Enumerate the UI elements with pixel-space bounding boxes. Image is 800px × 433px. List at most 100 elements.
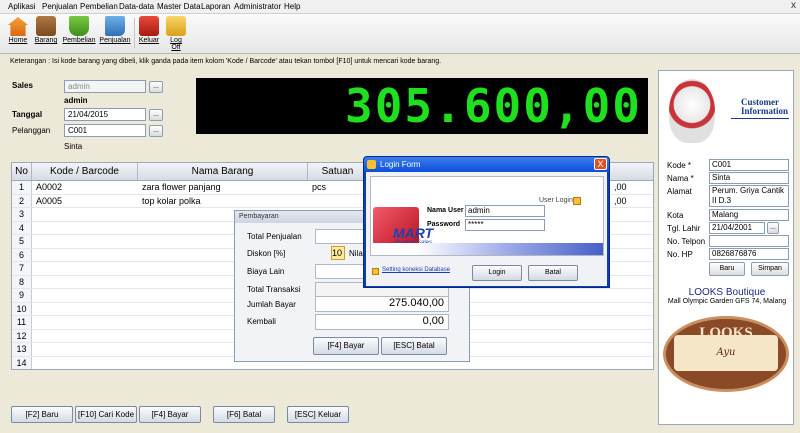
jumlah-bayar-input[interactable]: 275.040,00: [315, 296, 449, 312]
grid-header-nama: Nama Barang: [138, 163, 308, 181]
toolbar-pembelian-button[interactable]: Pembelian: [62, 16, 96, 52]
row-subtotal: [612, 262, 652, 275]
row-number: 8: [12, 275, 32, 288]
pelanggan-name-text: Sinta: [64, 142, 83, 151]
menu-pembelian[interactable]: Pembelian: [80, 2, 118, 11]
telpon-label: No. Telpon: [667, 237, 706, 246]
info-text: Keterangan : Isi kode barang yang dibeli…: [10, 58, 442, 65]
row-subtotal: [612, 330, 652, 343]
toolbar-pembelian-label: Pembelian: [62, 37, 96, 44]
login-close-icon[interactable]: X: [594, 158, 607, 170]
password-input[interactable]: *****: [465, 219, 545, 231]
login-batal-button[interactable]: Batal: [528, 265, 578, 281]
tanggal-input[interactable]: 21/04/2015: [64, 108, 146, 121]
row-subtotal: [612, 208, 652, 221]
row-subtotal: [612, 357, 652, 370]
bayar-button[interactable]: [F4] Bayar: [139, 406, 201, 423]
store-logo-sub: Ayu: [716, 347, 736, 358]
menu-laporan[interactable]: Laporan: [201, 2, 230, 11]
pelanggan-browse-button[interactable]: ...: [149, 125, 163, 137]
database-icon: [372, 268, 379, 275]
customer-baru-button[interactable]: Baru: [709, 262, 745, 276]
toolbar-home-button[interactable]: Home: [5, 16, 31, 52]
row-subtotal: [612, 289, 652, 302]
row-number: 13: [12, 343, 32, 356]
row-subtotal: [612, 222, 652, 235]
customer-avatar-icon: [669, 79, 715, 143]
toolbar-keluar-button[interactable]: Keluar: [137, 16, 161, 52]
nama-user-input[interactable]: admin: [465, 205, 545, 217]
row-number: 1: [12, 181, 32, 194]
store-address: Mall Olympic Garden GFS 74, Malang: [667, 298, 787, 305]
menu-penjualan[interactable]: Penjualan: [42, 2, 78, 11]
pelanggan-input[interactable]: C001: [64, 124, 146, 137]
baru-button[interactable]: [F2] Baru: [11, 406, 73, 423]
toolbar-logoff-button[interactable]: Log Off: [165, 16, 187, 52]
pembayaran-bayar-button[interactable]: [F4] Bayar: [313, 337, 379, 355]
login-inner-panel: User Login MART Point of Sales Nama User…: [370, 176, 604, 256]
row-subtotal: [612, 316, 652, 329]
customer-panel: Customer Information Kode * C001 Nama * …: [658, 70, 794, 425]
row-subtotal: [612, 276, 652, 289]
grid-header-satuan: Satuan: [308, 163, 368, 181]
kota-input[interactable]: Malang: [709, 209, 789, 221]
menu-data-data[interactable]: Data-data: [119, 2, 154, 11]
row-kode: [34, 222, 138, 235]
logoff-icon: [166, 16, 186, 36]
tgl-lahir-input[interactable]: 21/04/2001: [709, 222, 765, 234]
row-nama: zara flower panjang: [142, 182, 221, 192]
row-kode: [34, 289, 138, 302]
row-number: 6: [12, 248, 32, 261]
store-name: LOOKS Boutique: [688, 287, 766, 298]
row-kode: A0002: [36, 182, 63, 192]
login-banner-band: [371, 243, 603, 255]
batal-button[interactable]: [F6] Batal: [213, 406, 275, 423]
cari-kode-button[interactable]: [F10] Cari Kode: [75, 406, 137, 423]
tanggal-picker-button[interactable]: ...: [149, 109, 163, 121]
row-subtotal: [612, 343, 652, 356]
tanggal-label: Tanggal: [12, 110, 43, 119]
hp-input[interactable]: 0826876876: [709, 248, 789, 260]
login-dialog: Login Form X User Login MART Point of Sa…: [363, 156, 610, 288]
menu-help[interactable]: Help: [284, 2, 300, 11]
row-kode: [34, 235, 138, 248]
sales-input[interactable]: admin: [64, 80, 146, 93]
grid-header-kode: Kode / Barcode: [32, 163, 138, 181]
alamat-input[interactable]: Perum. Griya Cantik II D.3: [709, 185, 789, 207]
pelanggan-label: Pelanggan: [12, 126, 51, 135]
row-number: 3: [12, 208, 32, 221]
row-satuan: pcs: [312, 182, 327, 192]
sales-user-text: admin: [64, 96, 88, 105]
diskon-input[interactable]: 10: [331, 246, 345, 260]
app-close-icon[interactable]: x: [791, 0, 796, 11]
total-penjualan-label: Total Penjualan: [247, 232, 302, 241]
toolbar-penjualan-button[interactable]: Penjualan: [98, 16, 132, 52]
grid-header-no: No: [12, 163, 32, 181]
menu-aplikasi[interactable]: Aplikasi: [8, 2, 36, 11]
customer-simpan-button[interactable]: Simpan: [751, 262, 789, 276]
biaya-lain-label: Biaya Lain: [247, 267, 285, 276]
row-number: 14: [12, 356, 32, 369]
pembayaran-batal-button[interactable]: [ESC] Batal: [381, 337, 447, 355]
password-label: Password: [427, 221, 461, 228]
menu-administrator[interactable]: Administrator: [234, 2, 281, 11]
sales-label: Sales: [12, 81, 33, 90]
keluar-button[interactable]: [ESC] Keluar: [287, 406, 349, 423]
sales-browse-button[interactable]: ...: [149, 81, 163, 93]
kode-input[interactable]: C001: [709, 159, 789, 171]
toolbar-barang-button[interactable]: Barang: [34, 16, 58, 52]
login-button[interactable]: Login: [472, 265, 522, 281]
store-logo: LOOKS Ayu: [663, 316, 789, 392]
row-number: 4: [12, 221, 32, 234]
row-number: 5: [12, 235, 32, 248]
menu-master-data[interactable]: Master Data: [157, 2, 201, 11]
nama-input[interactable]: Sinta: [709, 172, 789, 184]
telpon-input[interactable]: [709, 235, 789, 247]
tgl-lahir-picker-button[interactable]: ...: [767, 222, 779, 234]
kota-label: Kota: [667, 211, 684, 220]
toolbar-keluar-label: Keluar: [138, 37, 160, 44]
setting-koneksi-link[interactable]: Setting koneksi Database: [382, 267, 450, 273]
row-kode: [34, 303, 138, 316]
heading-rule: [731, 118, 789, 119]
user-login-icon: [573, 197, 581, 205]
